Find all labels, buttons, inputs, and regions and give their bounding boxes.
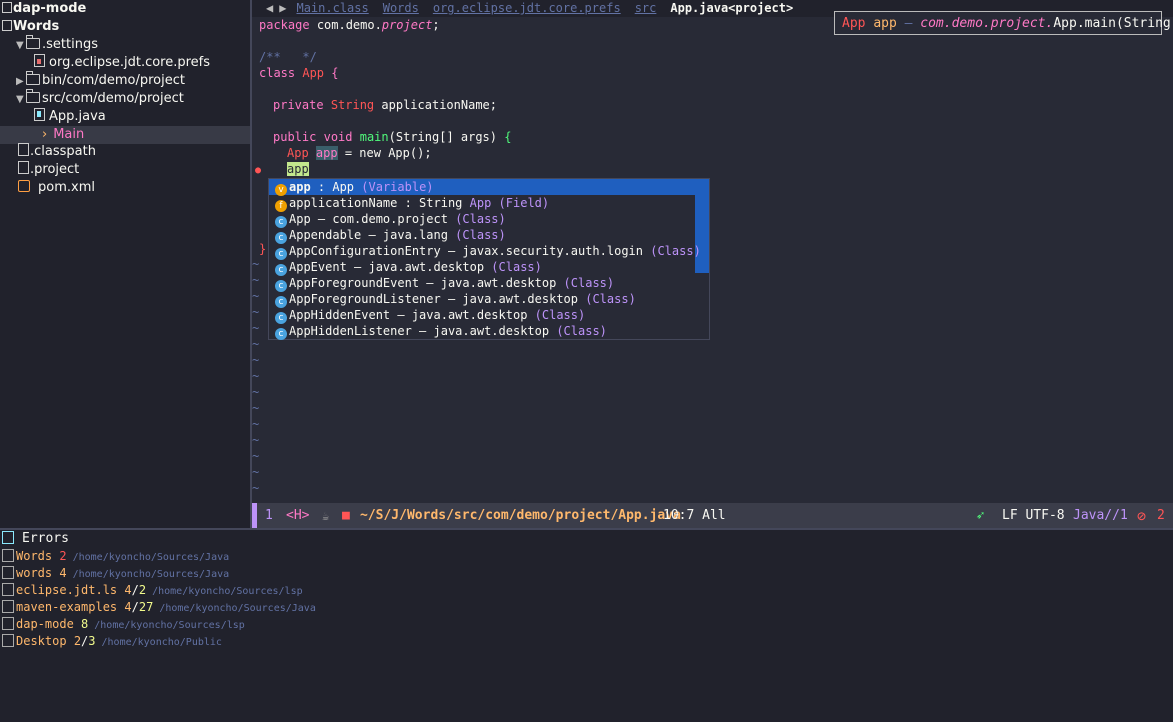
save-icon: ■ [342,508,350,523]
cursor-position: 10:7 All [663,508,726,523]
code-line-comment: /** */ [259,50,317,64]
error-project-row[interactable]: Words 2/home/kyoncho/Sources/Java [2,548,229,565]
error-count[interactable]: 2 [1157,503,1165,529]
major-mode[interactable]: Java//1 [1073,503,1128,529]
error-project-row[interactable]: eclipse.jdt.ls 4/2/home/kyoncho/Sources/… [2,582,303,599]
error-indicator-icon: ● [255,165,262,176]
file-icon [18,161,29,174]
error-project-row[interactable]: Desktop 2/3/home/kyoncho/Public [2,633,222,650]
java-icon: ☕ [322,509,330,523]
chart-file-icon [34,54,45,67]
signature-help: App app – com.demo.project.App.main(Stri… [834,11,1173,35]
project-icon [2,634,14,647]
chevron-down-icon: ▼ [16,40,24,51]
chevron-right-icon: › [42,127,48,142]
encoding[interactable]: LF UTF-8 [1002,503,1065,529]
project-icon [2,20,12,31]
tree-item-prefs[interactable]: org.eclipse.jdt.core.prefs [34,54,210,72]
error-project-row[interactable]: dap-mode 8/home/kyoncho/Sources/lsp [2,616,245,633]
project-icon [2,600,14,613]
code-line-class: class App { [259,66,339,80]
xml-file-icon [18,180,30,192]
chevron-down-icon: ▼ [16,94,24,105]
errors-title: Errors [2,530,69,547]
tree-item-bin[interactable]: ▶ bin/com/demo/project [16,71,185,90]
completion-item[interactable]: c AppConfigurationEntry – javax.security.… [269,243,701,260]
project-icon [2,617,14,630]
error-project-row[interactable]: words 4/home/kyoncho/Sources/Java [2,565,229,582]
project-icon [2,549,14,562]
completion-item[interactable]: c Appendable – java.lang (Class) [269,227,695,244]
workspace-title[interactable]: dap-mode [2,0,86,18]
completion-popup[interactable]: v app : App (Variable) f applicationName :… [268,178,710,340]
breadcrumb-main-class[interactable]: Main.class [296,1,368,15]
breadcrumb-prefs[interactable]: org.eclipse.jdt.core.prefs [433,1,621,15]
class-icon: c [275,328,287,340]
folder-icon [25,71,40,85]
window-number: 1 [265,508,273,523]
chevron-right-icon: ▶ [16,76,24,87]
mode-line: 1 <H> ☕ ■ ~/S/J/Words/src/com/demo/proje… [252,503,1173,529]
project-icon [2,566,14,579]
treemacs-sidebar: dap-mode Words ▼ .settings org.eclipse.jd… [0,0,250,528]
tree-item-pom[interactable]: pom.xml [18,179,95,197]
code-line-package: package com.demo.project; [259,18,440,32]
code-closing-brace: } [259,242,267,256]
completion-item[interactable]: c AppForegroundEvent – java.awt.desktop (… [269,275,695,292]
project-words[interactable]: Words [2,18,59,36]
project-icon [2,583,14,596]
errors-panel: Errors Words 2/home/kyoncho/Sources/Java… [0,530,1173,722]
tree-item-project-file[interactable]: .project [18,161,79,179]
file-path[interactable]: ~/S/J/Words/src/com/demo/project/App.jav… [360,503,681,529]
completion-item[interactable]: c AppForegroundListener – java.awt.deskto… [269,291,695,308]
nav-forward-icon[interactable]: ▶ [279,1,286,15]
error-circle-icon[interactable]: ⊘ [1137,503,1146,529]
completion-item[interactable]: f applicationName : String App (Field) [269,195,695,212]
tree-item-src[interactable]: ▼ src/com/demo/project [16,89,184,108]
lsp-rocket-icon[interactable]: ➶ [976,503,984,529]
error-project-row[interactable]: maven-examples 4/27/home/kyoncho/Sources… [2,599,316,616]
evil-state: <H> [286,508,310,523]
completion-item[interactable]: c AppHiddenEvent – java.awt.desktop (Clas… [269,307,695,324]
folder-icon [25,35,40,49]
file-icon [18,143,29,156]
workspace-icon [2,2,12,13]
tree-item-classpath[interactable]: .classpath [18,143,96,161]
completion-item[interactable]: c AppEvent – java.awt.desktop (Class) [269,259,695,276]
folder-icon [25,89,40,103]
nav-back-icon[interactable]: ◀ [266,1,273,15]
tree-item-app-java[interactable]: App.java [34,108,106,126]
code-line-new-app: App app = new App(); [287,146,432,160]
tree-item-settings[interactable]: ▼ .settings [16,35,98,54]
breadcrumb-current-file[interactable]: App.java<project> [670,1,793,15]
breadcrumb-src[interactable]: src [635,1,657,15]
completion-item[interactable]: c App – com.demo.project (Class) [269,211,695,228]
mode-line-bar [252,503,257,529]
completion-item[interactable]: c AppHiddenListener – java.awt.desktop (C… [269,323,695,340]
completion-item[interactable]: v app : App (Variable) [269,179,695,196]
panel-icon [2,531,14,544]
tree-item-main[interactable]: › Main [0,126,250,144]
java-file-icon [34,108,45,121]
code-line-field: private String applicationName; [273,98,497,112]
breadcrumb-words[interactable]: Words [383,1,419,15]
code-line-main: public void main(String[] args) { [273,130,512,144]
code-line-cursor[interactable]: app [287,161,309,177]
